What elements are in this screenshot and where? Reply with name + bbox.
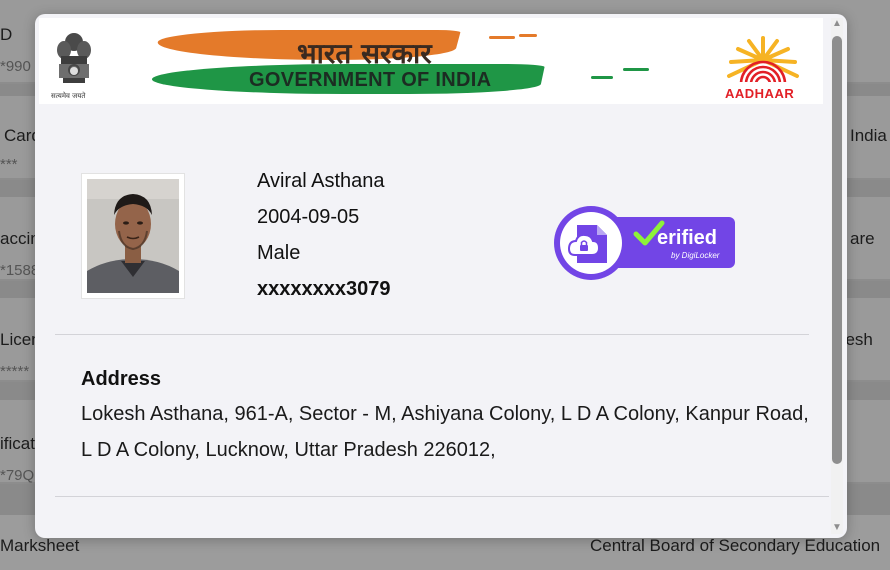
section-divider: [55, 496, 829, 497]
verified-badge-subtitle: by DigiLocker: [671, 251, 720, 260]
scrollbar-thumb[interactable]: [832, 36, 842, 464]
bg-row-subtitle: *****: [0, 363, 30, 380]
bg-row-title: D: [0, 25, 13, 44]
emblem-caption: सत्यमेव जयते: [51, 92, 86, 100]
bg-row-subtitle: *990: [0, 58, 31, 75]
masked-aadhaar-number: xxxxxxxx3079: [257, 278, 391, 300]
section-divider: [55, 334, 809, 335]
address-value: Lokesh Asthana, 961-A, Sector - M, Ashiy…: [81, 403, 809, 461]
person-photo-image: [87, 179, 179, 293]
bg-row-title: ificat: [0, 434, 35, 453]
address-label: Address: [81, 368, 162, 390]
green-brush-dash: [591, 76, 613, 79]
orange-brush-dash: [489, 36, 515, 39]
aadhaar-wordmark: AADHAAR: [725, 86, 795, 101]
orange-brush-dash: [519, 34, 537, 37]
bg-row-right-title: India: [850, 126, 887, 145]
bg-row-title: accin: [0, 229, 40, 248]
bg-row-title: Marksheet: [0, 536, 80, 555]
bg-row-right-title: Central Board of Secondary Education: [590, 536, 881, 555]
profile-photo: [81, 173, 185, 299]
scroll-down-arrow-icon[interactable]: ▼: [831, 522, 843, 534]
verified-by-digilocker-badge: erified by DigiLocker: [553, 205, 737, 281]
government-title-english: GOVERNMENT OF INDIA: [249, 69, 492, 91]
gender: Male: [257, 242, 301, 264]
government-title-hindi: भारत सरकार: [297, 37, 432, 70]
bg-row-subtitle: *1588: [0, 262, 40, 279]
date-of-birth: 2004-09-05: [257, 206, 360, 228]
bg-row-right-title: are: [850, 229, 875, 248]
verified-badge-title: erified: [657, 227, 718, 249]
green-brush-dash: [623, 68, 649, 71]
holder-name: Aviral Asthana: [257, 170, 385, 192]
bg-row-subtitle: *79Q: [0, 467, 35, 484]
aadhaar-detail-modal: सत्यमेव जयते भारत सरकार GOVERNMENT OF IN…: [35, 14, 847, 538]
modal-scrollbar[interactable]: ▲ ▼: [827, 14, 847, 538]
scroll-up-arrow-icon[interactable]: ▲: [831, 18, 843, 30]
government-banner: सत्यमेव जयते भारत सरकार GOVERNMENT OF IN…: [39, 18, 823, 104]
bg-row-subtitle: ***: [0, 156, 18, 173]
